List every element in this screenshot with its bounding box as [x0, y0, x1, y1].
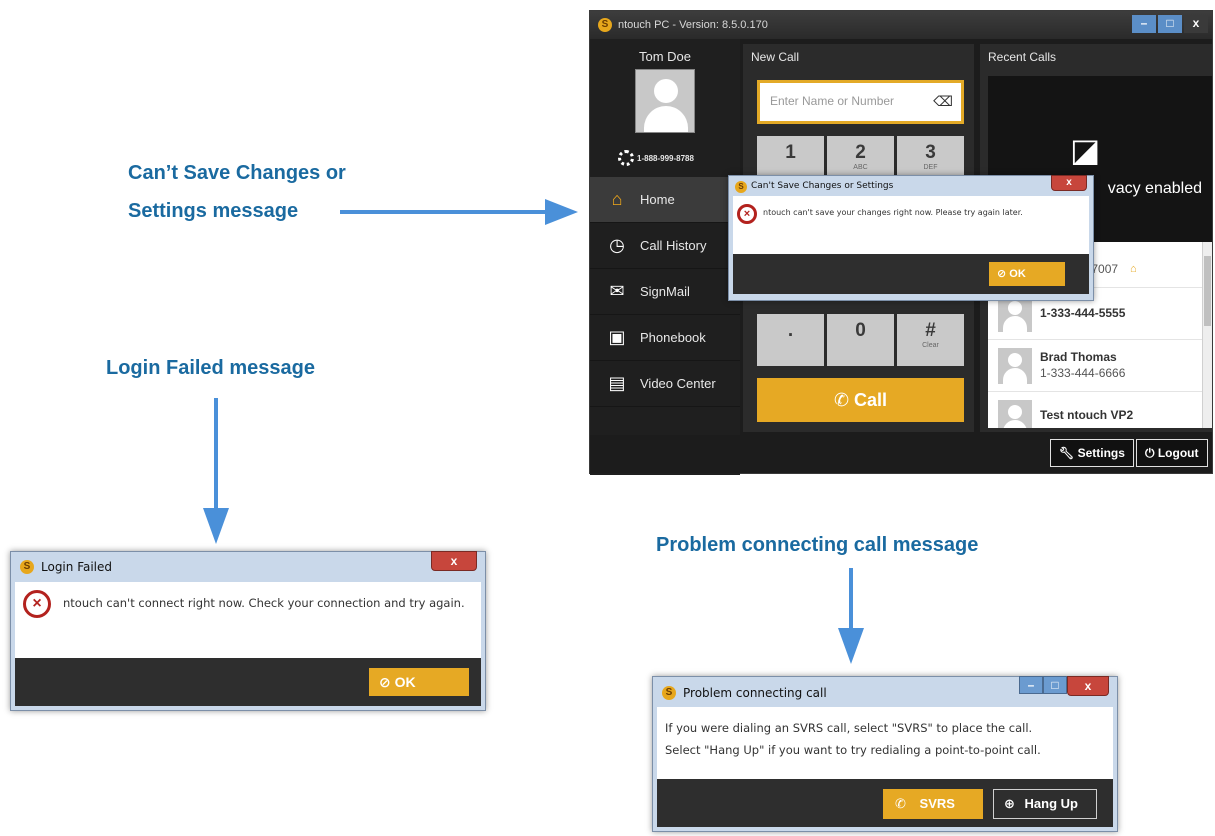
call-button[interactable]: ✆ Call	[757, 378, 964, 422]
logout-label: Logout	[1157, 446, 1199, 460]
error-icon: ×	[23, 590, 51, 618]
sidebar: Tom Doe 1-888-999-8788 ⌂ Home ◷ Call His…	[590, 39, 740, 475]
problem-connecting-dialog: S Problem connecting call – □ x If you w…	[652, 676, 1118, 832]
ntouch-logo-icon: S	[662, 686, 676, 700]
dialog-body: × ntouch can't save your changes right n…	[733, 196, 1089, 254]
sidebar-item-video-center[interactable]: ▤ Video Center	[590, 361, 740, 407]
list-item[interactable]: Brad Thomas 1-333-444-6666	[988, 340, 1202, 392]
close-button[interactable]: x	[1184, 15, 1208, 33]
sidebar-item-home[interactable]: ⌂ Home	[590, 177, 740, 223]
ntouch-logo-icon: S	[735, 181, 747, 193]
hang-up-label: Hang Up	[1024, 796, 1078, 811]
camera-off-icon: ◪	[1070, 132, 1101, 168]
contact-avatar	[998, 348, 1032, 384]
sidebar-item-label: SignMail	[640, 284, 690, 299]
contact-avatar	[998, 400, 1032, 428]
phone-status-icon	[618, 150, 634, 166]
svrs-label: SVRS	[919, 796, 955, 811]
sidebar-item-label: Home	[640, 192, 675, 207]
problem-connecting-arrowhead	[838, 628, 864, 664]
hang-up-icon: ⊕	[1004, 796, 1015, 811]
maximize-button[interactable]: □	[1158, 15, 1182, 33]
error-icon: ×	[737, 204, 757, 224]
check-circle-icon: ⊘	[379, 674, 391, 690]
check-circle-icon: ⊘	[997, 268, 1007, 280]
wrench-icon: 🔧︎	[1059, 446, 1075, 460]
key-hash[interactable]: # Clear	[897, 314, 964, 366]
sidebar-item-call-history[interactable]: ◷ Call History	[590, 223, 740, 269]
sidebar-item-label: Phonebook	[640, 330, 706, 345]
logout-button[interactable]: ⏻ Logout	[1136, 439, 1208, 467]
dialog-footer: ⊘ OK	[733, 254, 1089, 294]
phonebook-icon: ▣	[608, 327, 626, 347]
svrs-button[interactable]: ✆ SVRS	[883, 789, 983, 819]
dial-input-placeholder: Enter Name or Number	[770, 94, 895, 108]
key-0[interactable]: 0	[827, 314, 894, 366]
app-footer: 🔧︎ Settings ⏻ Logout	[590, 435, 1212, 473]
dialog-footer: ⊘ OK	[15, 658, 481, 706]
user-name: Tom Doe	[638, 49, 692, 64]
dialog-title: Login Failed	[41, 560, 113, 574]
dialog-title: Problem connecting call	[683, 686, 827, 700]
phone-icon: ✆	[895, 796, 906, 811]
recent-calls-scrollbar[interactable]	[1202, 242, 1212, 428]
backspace-icon[interactable]: ⌫	[933, 93, 953, 110]
user-phone: 1-888-999-8788	[618, 150, 694, 166]
sidebar-item-signmail[interactable]: ✉ SignMail	[590, 269, 740, 315]
user-phone-number: 1-888-999-8788	[637, 153, 694, 163]
ok-label: OK	[1009, 268, 1026, 280]
recent-number: 1-333-444-5555	[1040, 306, 1126, 320]
maximize-button[interactable]: □	[1043, 676, 1067, 694]
contact-avatar	[998, 296, 1032, 332]
ntouch-logo-icon: S	[20, 560, 34, 574]
cant-save-dialog: S Can't Save Changes or Settings x × nto…	[728, 175, 1094, 301]
minimize-button[interactable]: –	[1132, 15, 1156, 33]
recent-name: Brad Thomas	[1040, 350, 1117, 364]
call-button-label: Call	[854, 390, 888, 410]
settings-button[interactable]: 🔧︎ Settings	[1050, 439, 1134, 467]
dialog-close-button[interactable]: x	[1051, 175, 1087, 191]
dialog-footer: ✆ SVRS ⊕ Hang Up	[657, 779, 1113, 827]
recent-number: 1-333-444-6666	[1040, 366, 1126, 380]
ok-label: OK	[394, 674, 416, 690]
phone-icon: ✆	[833, 390, 850, 410]
dialog-body: If you were dialing an SVRS call, select…	[657, 707, 1113, 779]
app-titlebar: S ntouch PC - Version: 8.5.0.170 – □ x	[590, 11, 1212, 39]
dial-input[interactable]: Enter Name or Number ⌫	[757, 80, 964, 124]
home-badge-icon: ⌂	[1130, 263, 1137, 275]
key-dot[interactable]: .	[757, 314, 824, 366]
settings-label: Settings	[1077, 446, 1125, 460]
user-avatar[interactable]	[635, 69, 695, 133]
dialog-message: ntouch can't save your changes right now…	[763, 208, 1023, 217]
new-call-heading: New Call	[751, 50, 800, 64]
hang-up-button[interactable]: ⊕ Hang Up	[993, 789, 1097, 819]
sidebar-item-phonebook[interactable]: ▣ Phonebook	[590, 315, 740, 361]
app-title: ntouch PC - Version: 8.5.0.170	[618, 19, 768, 31]
ok-button[interactable]: ⊘ OK	[369, 668, 469, 696]
login-failed-dialog: S Login Failed x × ntouch can't connect …	[10, 551, 486, 711]
dialog-message: ntouch can't connect right now. Check yo…	[63, 596, 465, 610]
ntouch-window: S ntouch PC - Version: 8.5.0.170 – □ x T…	[589, 10, 1213, 475]
dialog-message-line1: If you were dialing an SVRS call, select…	[665, 721, 1033, 735]
ntouch-logo-icon: S	[598, 18, 612, 32]
minimize-button[interactable]: –	[1019, 676, 1043, 694]
call-history-icon: ◷	[609, 235, 625, 255]
power-icon: ⏻	[1145, 446, 1155, 460]
dialog-close-button[interactable]: x	[1067, 676, 1109, 696]
dialog-message-line2: Select "Hang Up" if you want to try redi…	[665, 743, 1041, 757]
cant-save-arrowhead	[545, 199, 578, 225]
dialog-close-button[interactable]: x	[431, 551, 477, 571]
sidebar-item-label: Call History	[640, 238, 707, 253]
list-item[interactable]: Test ntouch VP2	[988, 392, 1202, 428]
dialog-title: Can't Save Changes or Settings	[751, 181, 894, 191]
dialog-body: × ntouch can't connect right now. Check …	[15, 582, 481, 658]
recent-calls-heading: Recent Calls	[988, 50, 1057, 64]
recent-name: Test ntouch VP2	[1040, 408, 1134, 422]
ok-button[interactable]: ⊘ OK	[989, 262, 1065, 286]
film-icon: ▤	[608, 373, 626, 393]
home-icon: ⌂	[611, 189, 623, 209]
sidebar-item-label: Video Center	[640, 376, 716, 391]
login-failed-arrowhead	[203, 508, 229, 544]
envelope-icon: ✉	[609, 281, 625, 301]
